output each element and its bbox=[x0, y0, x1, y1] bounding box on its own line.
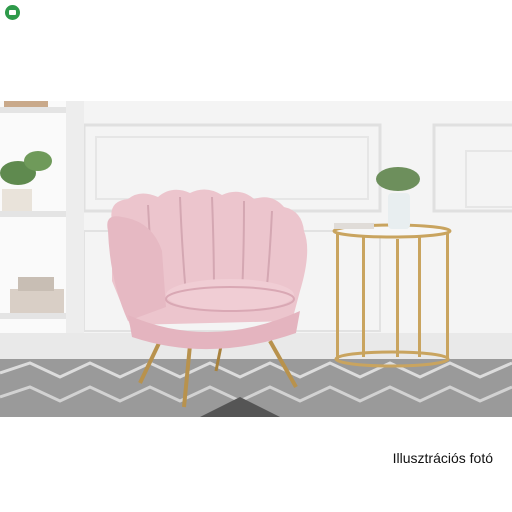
shelf-board-3 bbox=[0, 313, 66, 319]
plant-leaves-2 bbox=[24, 151, 52, 171]
vase-plant bbox=[376, 167, 420, 191]
shelf-basket bbox=[10, 289, 64, 313]
shelf-board-2 bbox=[0, 211, 66, 217]
table-leg bbox=[446, 233, 449, 361]
table-leg bbox=[396, 239, 399, 357]
table-leg bbox=[336, 233, 339, 361]
plant-pot bbox=[2, 189, 32, 211]
armchair-scene bbox=[0, 101, 512, 417]
product-photo bbox=[0, 101, 512, 417]
caption: Illusztrációs fotó bbox=[392, 450, 493, 466]
table-leg bbox=[362, 237, 365, 357]
shelf-side bbox=[66, 101, 84, 351]
green-logo-icon bbox=[5, 5, 20, 20]
shelf-board-1 bbox=[0, 107, 66, 113]
logo-mark bbox=[9, 10, 16, 15]
table-leg bbox=[418, 237, 421, 357]
seat-cushion bbox=[166, 279, 294, 311]
table-book bbox=[334, 223, 374, 229]
vase bbox=[388, 193, 410, 229]
shelf-item bbox=[4, 101, 48, 107]
shelf-box bbox=[18, 277, 54, 291]
